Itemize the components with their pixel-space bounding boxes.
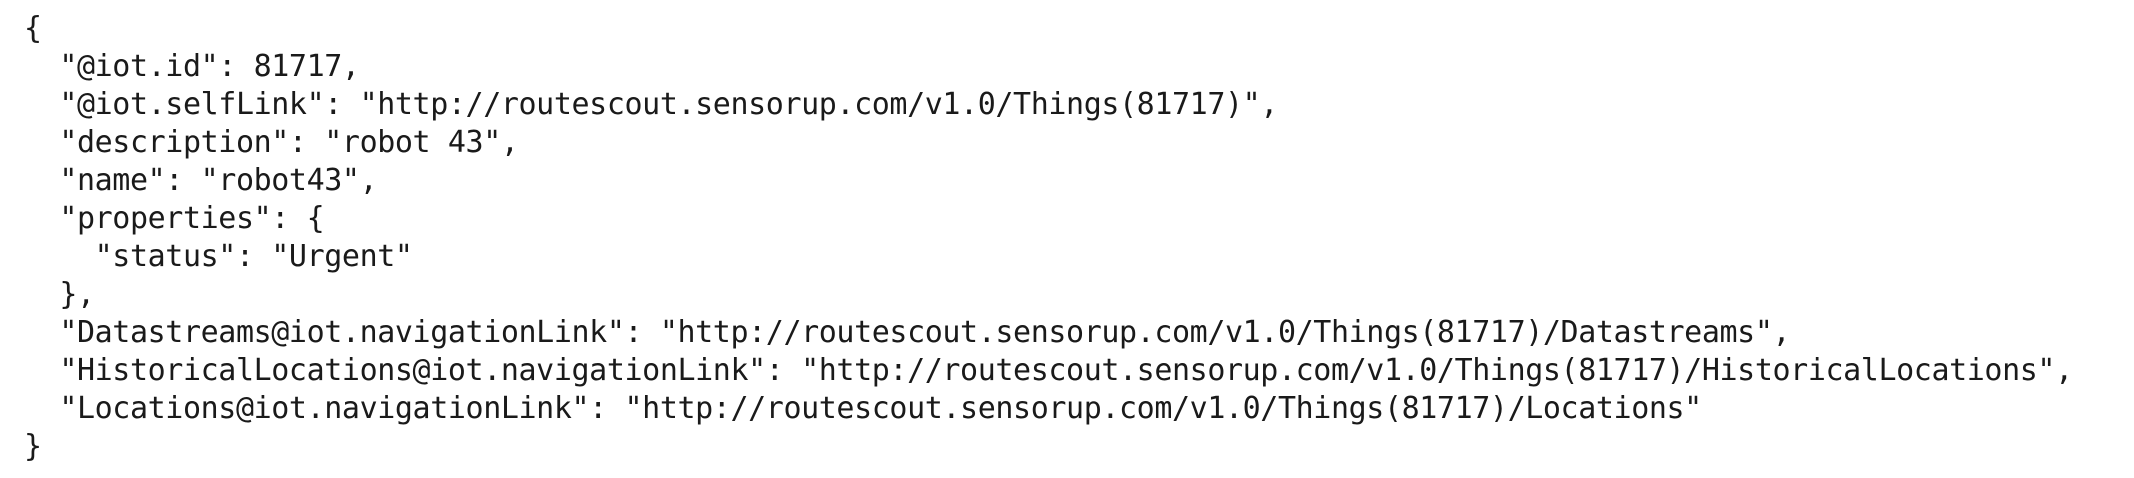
json-line-properties-open: "properties": { xyxy=(24,201,325,236)
json-line-open-brace: { xyxy=(24,11,42,46)
json-line-name: "name": "robot43", xyxy=(24,163,378,198)
json-code-block: { "@iot.id": 81717, "@iot.selfLink": "ht… xyxy=(24,10,2073,466)
json-line-close-brace: } xyxy=(24,429,42,464)
json-line-status: "status": "Urgent" xyxy=(24,239,413,274)
json-line-historicallocations-link: "HistoricalLocations@iot.navigationLink"… xyxy=(24,353,2073,388)
json-line-description: "description": "robot 43", xyxy=(24,125,519,160)
json-line-properties-close: }, xyxy=(24,277,95,312)
json-line-iot-id: "@iot.id": 81717, xyxy=(24,49,360,84)
json-line-datastreams-link: "Datastreams@iot.navigationLink": "http:… xyxy=(24,315,1791,350)
json-line-iot-selflink: "@iot.selfLink": "http://routescout.sens… xyxy=(24,87,1278,122)
json-line-locations-link: "Locations@iot.navigationLink": "http://… xyxy=(24,391,1702,426)
